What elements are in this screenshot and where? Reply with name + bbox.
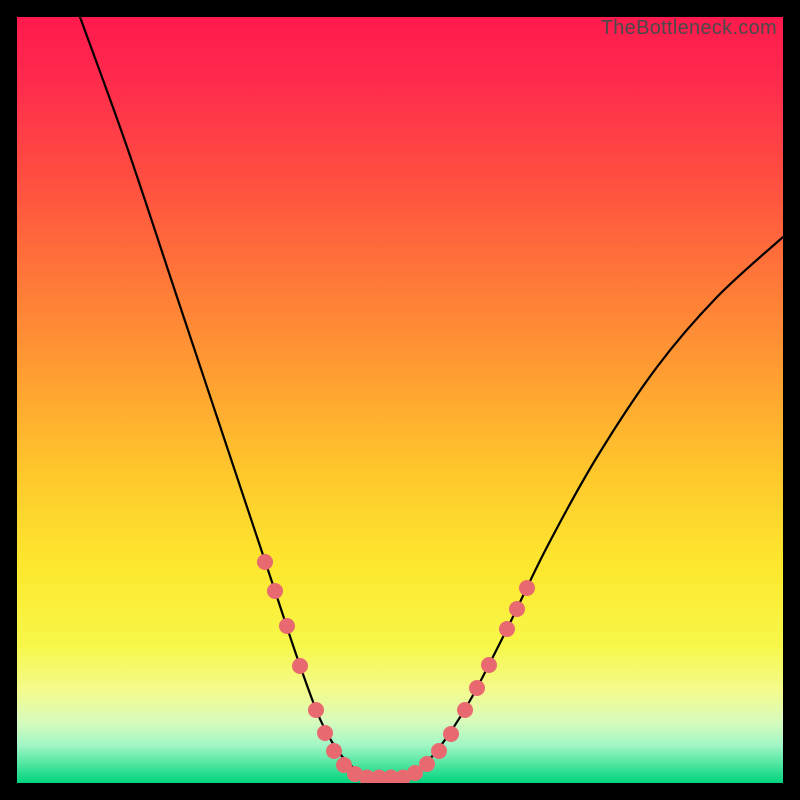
- watermark-text: TheBottleneck.com: [601, 17, 777, 40]
- highlight-dot: [292, 658, 308, 674]
- highlight-dot: [326, 743, 342, 759]
- highlight-dot: [469, 680, 485, 696]
- chart-canvas: TheBottleneck.com: [17, 17, 783, 783]
- highlight-dot: [279, 618, 295, 634]
- highlight-dot: [499, 621, 515, 637]
- highlight-dot: [431, 743, 447, 759]
- highlight-dot: [457, 702, 473, 718]
- highlight-dot: [519, 580, 535, 596]
- highlight-dot: [419, 756, 435, 772]
- highlight-dots: [257, 554, 535, 783]
- highlight-dot: [308, 702, 324, 718]
- highlight-dot: [509, 601, 525, 617]
- highlight-dot: [481, 657, 497, 673]
- highlight-dot: [257, 554, 273, 570]
- chart-overlay: [17, 17, 783, 783]
- highlight-dot: [443, 726, 459, 742]
- highlight-dot: [267, 583, 283, 599]
- bottleneck-curve: [80, 17, 783, 778]
- highlight-dot: [317, 725, 333, 741]
